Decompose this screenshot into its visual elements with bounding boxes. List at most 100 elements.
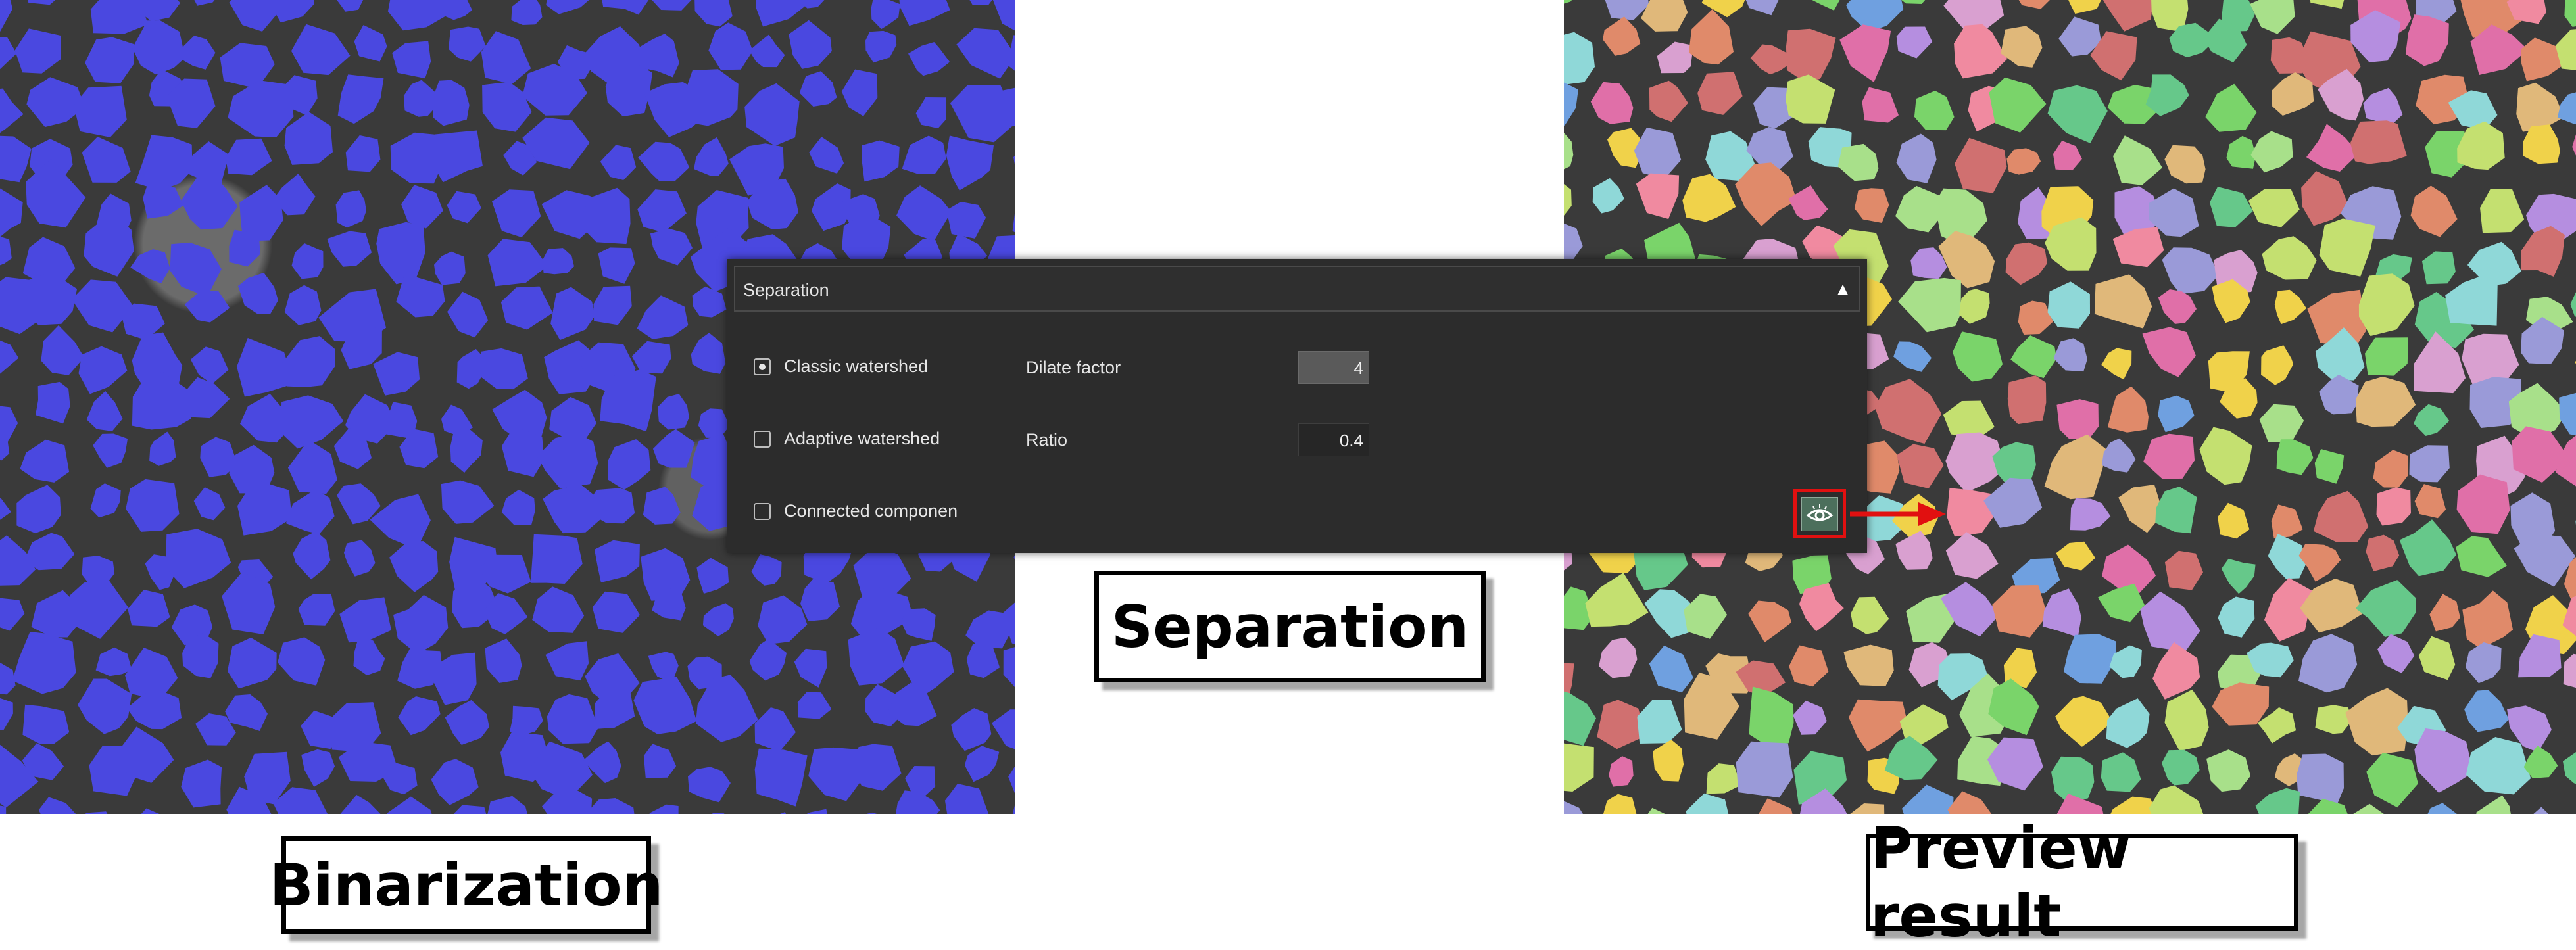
grain bbox=[637, 189, 687, 233]
grain bbox=[135, 135, 193, 191]
grain bbox=[755, 749, 808, 807]
grain bbox=[703, 603, 734, 636]
grain bbox=[0, 697, 13, 730]
grain bbox=[354, 25, 387, 62]
ratio-input[interactable]: 0.4 bbox=[1298, 423, 1369, 456]
grain bbox=[2466, 737, 2531, 794]
grain bbox=[130, 249, 170, 283]
grain bbox=[809, 137, 844, 174]
option-connected-components[interactable]: Connected componen bbox=[754, 501, 958, 521]
grain bbox=[226, 139, 272, 176]
grain bbox=[2277, 439, 2314, 475]
grain bbox=[278, 637, 325, 685]
grain bbox=[537, 433, 598, 489]
caption-separation: Separation bbox=[1094, 571, 1486, 682]
grain bbox=[1789, 646, 1828, 687]
grain bbox=[191, 346, 229, 384]
grain bbox=[2445, 275, 2498, 325]
panel-header[interactable]: Separation ▲ bbox=[734, 266, 1860, 312]
grain bbox=[684, 69, 739, 126]
grain bbox=[1641, 0, 1688, 32]
grain bbox=[2570, 289, 2576, 324]
grain bbox=[691, 333, 726, 374]
grain bbox=[946, 202, 986, 239]
classic-watershed-radio[interactable] bbox=[754, 358, 771, 375]
option-classic-watershed[interactable]: Classic watershed bbox=[754, 356, 928, 377]
grain bbox=[0, 489, 11, 525]
grain bbox=[1955, 138, 2006, 193]
grain bbox=[862, 141, 900, 182]
grain bbox=[2272, 504, 2303, 538]
grain bbox=[449, 27, 486, 62]
grain bbox=[268, 0, 314, 22]
grain bbox=[1707, 763, 1741, 794]
grain bbox=[901, 608, 935, 641]
eye-icon bbox=[1806, 502, 1834, 526]
grain bbox=[2106, 698, 2150, 748]
grain bbox=[2457, 475, 2510, 534]
grain bbox=[2521, 226, 2565, 277]
grain bbox=[2410, 445, 2450, 482]
grain bbox=[2113, 227, 2164, 268]
grain bbox=[593, 592, 640, 633]
preview-button[interactable] bbox=[1793, 489, 1846, 538]
triangle-up-icon[interactable]: ▲ bbox=[1834, 279, 1851, 299]
grain bbox=[341, 795, 383, 814]
grain bbox=[1897, 27, 1933, 59]
grain bbox=[1634, 128, 1682, 179]
grain bbox=[85, 37, 134, 83]
grain bbox=[946, 135, 994, 190]
grain bbox=[1564, 130, 1573, 174]
grain bbox=[1948, 791, 1992, 814]
grain bbox=[2070, 498, 2110, 531]
grain bbox=[2406, 14, 2449, 66]
grain bbox=[2419, 636, 2455, 680]
grain bbox=[2260, 404, 2304, 442]
grain bbox=[2222, 559, 2256, 594]
grain bbox=[128, 590, 170, 627]
grain bbox=[1885, 736, 1938, 780]
grain bbox=[765, 812, 797, 814]
grain bbox=[389, 541, 438, 592]
grain bbox=[2097, 0, 2156, 32]
grain bbox=[1875, 379, 1941, 444]
grain bbox=[1649, 81, 1688, 122]
grain bbox=[1013, 139, 1015, 186]
grain bbox=[646, 805, 679, 814]
dilate-factor-input[interactable]: 4 bbox=[1298, 351, 1369, 384]
option-adaptive-watershed[interactable]: Adaptive watershed bbox=[754, 429, 940, 449]
grain bbox=[2298, 634, 2357, 692]
grain bbox=[1636, 174, 1679, 220]
grain bbox=[2200, 427, 2252, 485]
grain bbox=[1736, 742, 1793, 798]
grain bbox=[0, 235, 12, 270]
grain bbox=[2524, 746, 2558, 778]
grain bbox=[447, 292, 488, 338]
grain bbox=[2140, 592, 2200, 652]
grain bbox=[191, 0, 226, 6]
adaptive-watershed-checkbox[interactable] bbox=[754, 431, 771, 448]
grain bbox=[2476, 796, 2512, 814]
grain bbox=[1585, 573, 1648, 627]
grain bbox=[74, 86, 127, 137]
grain bbox=[543, 248, 574, 274]
grain bbox=[511, 0, 542, 25]
grain bbox=[1640, 808, 1680, 814]
preview-button-face[interactable] bbox=[1801, 497, 1838, 531]
grain bbox=[2302, 799, 2356, 814]
grain bbox=[450, 805, 491, 814]
grain bbox=[708, 22, 752, 70]
grain bbox=[550, 287, 595, 340]
grain bbox=[2400, 519, 2456, 576]
grain bbox=[650, 229, 693, 266]
grain bbox=[0, 135, 32, 182]
grain bbox=[41, 325, 84, 375]
grain bbox=[143, 180, 183, 219]
grain bbox=[2261, 345, 2293, 385]
grain bbox=[285, 112, 333, 165]
grain bbox=[2226, 136, 2256, 169]
grain bbox=[132, 20, 185, 74]
connected-components-checkbox[interactable] bbox=[754, 503, 771, 520]
grain bbox=[756, 0, 808, 26]
ratio-label: Ratio bbox=[1026, 430, 1067, 450]
